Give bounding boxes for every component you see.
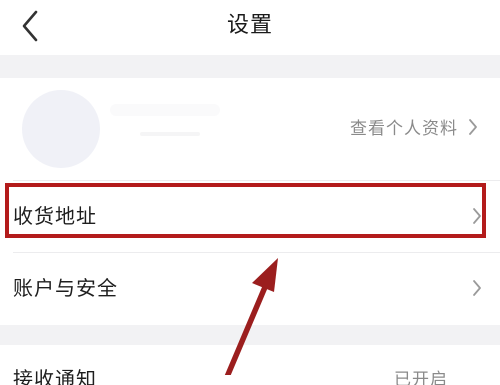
view-profile-link[interactable]: 查看个人资料: [350, 114, 478, 139]
avatar[interactable]: [22, 90, 100, 168]
notifications-status[interactable]: 已开启: [394, 365, 448, 385]
username-placeholder: [110, 104, 220, 116]
profile-row[interactable]: 查看个人资料: [0, 78, 500, 178]
chevron-right-icon: [472, 252, 482, 324]
section-gap: [0, 325, 500, 345]
chevron-right-icon: [472, 180, 482, 252]
chevron-right-icon: [469, 118, 477, 135]
settings-card: 查看个人资料 收货地址 账户与安全: [0, 78, 500, 325]
page-title: 设置: [226, 13, 273, 38]
user-subtitle-placeholder: [140, 132, 200, 136]
top-navigation-bar: 设置: [0, 0, 500, 55]
settings-item-label: 账户与安全: [13, 276, 118, 300]
settings-item-label: 收货地址: [13, 204, 97, 228]
notifications-card: 接收通知 已开启: [0, 345, 500, 385]
view-profile-label: 查看个人资料: [350, 119, 458, 139]
settings-item-account-security[interactable]: 账户与安全: [0, 252, 500, 324]
section-gap: [0, 55, 500, 78]
notifications-label: 接收通知: [13, 367, 97, 385]
settings-item-shipping-address[interactable]: 收货地址: [0, 180, 500, 252]
